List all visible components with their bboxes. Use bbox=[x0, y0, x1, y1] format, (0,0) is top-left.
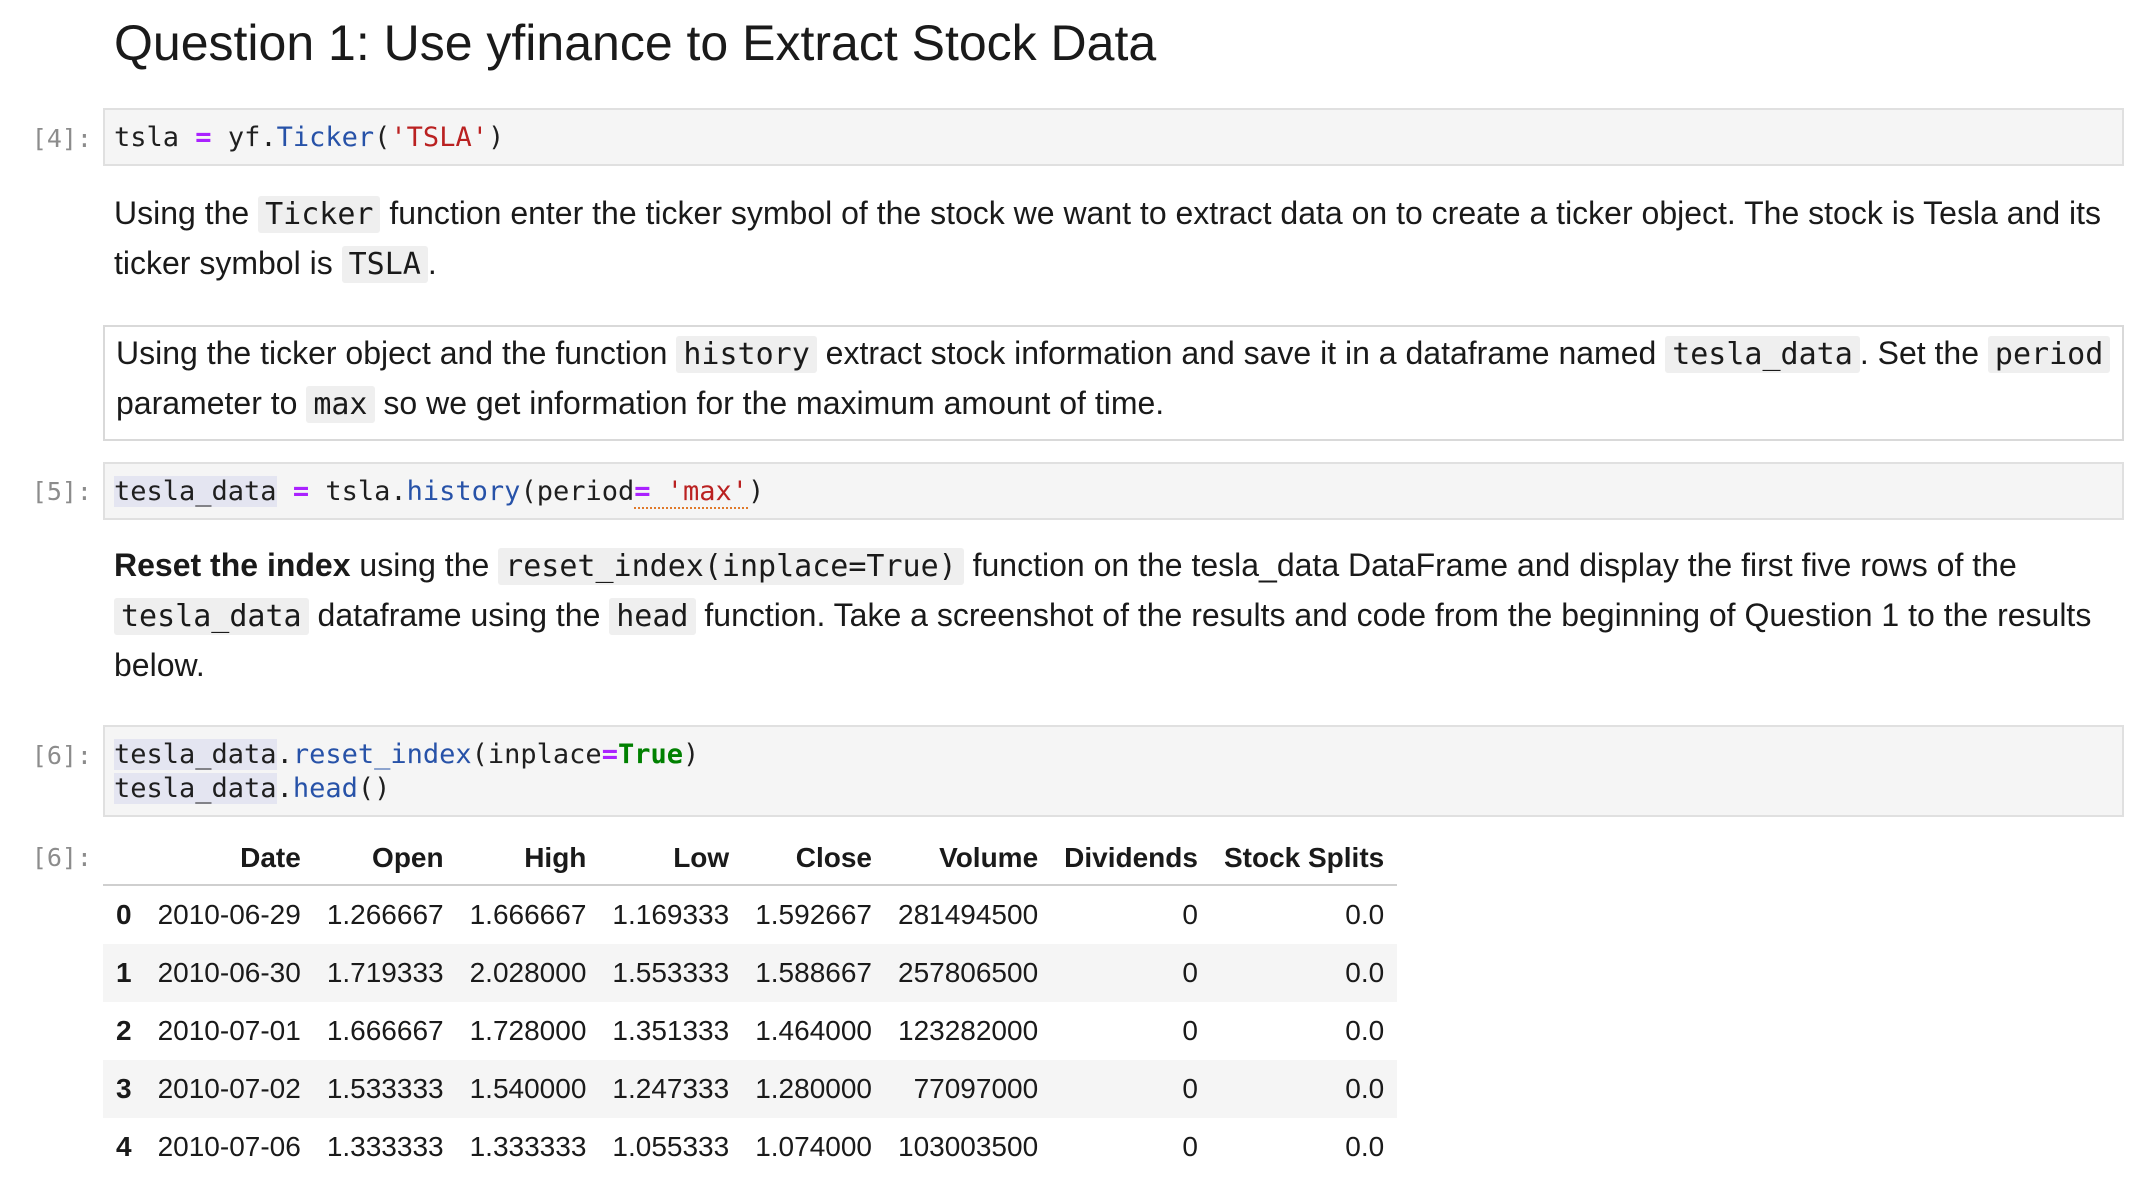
table-cell: 0.0 bbox=[1345, 899, 1385, 930]
row-index: 4 bbox=[116, 1131, 132, 1162]
table-row: 4 2010-07-06 1.333333 1.333333 1.055333 … bbox=[103, 1118, 1398, 1176]
table-row: 0 2010-06-29 1.266667 1.666667 1.169333 … bbox=[103, 885, 1398, 944]
column-header: Volume bbox=[885, 832, 1052, 886]
column-header: Open bbox=[313, 832, 457, 886]
table-cell: 2.028000 bbox=[469, 957, 587, 988]
notebook: Question 1: Use yfinance to Extract Stoc… bbox=[0, 0, 2138, 1198]
row-index: 3 bbox=[116, 1073, 132, 1104]
table-cell: 0 bbox=[1182, 899, 1198, 930]
table-cell: 1.280000 bbox=[755, 1073, 872, 1104]
table-cell: 0.0 bbox=[1345, 1073, 1385, 1104]
question-heading: Question 1: Use yfinance to Extract Stoc… bbox=[114, 15, 1157, 71]
markdown-ticker-instructions: Using the Ticker function enter the tick… bbox=[114, 195, 2102, 283]
column-header: Stock Splits bbox=[1210, 832, 1398, 886]
column-header: Date bbox=[144, 832, 314, 886]
dataframe-output: Date Open High Low Close Volume Dividend… bbox=[103, 832, 1398, 1176]
table-cell: 2010-07-06 bbox=[157, 1131, 301, 1162]
markdown-reset-index-instructions: Reset the index using the reset_index(in… bbox=[114, 547, 2092, 683]
cell-6-prompt: [6]: bbox=[31, 741, 92, 770]
table-cell: 1.553333 bbox=[612, 957, 730, 988]
table-cell: 1.055333 bbox=[612, 1131, 730, 1162]
inline-code: reset_index(inplace=True) bbox=[498, 548, 964, 585]
row-index: 1 bbox=[116, 957, 132, 988]
inline-code: history bbox=[676, 336, 817, 373]
inline-code: Ticker bbox=[258, 196, 381, 233]
code-cell-5[interactable]: tesla_data = tsla.history(period= 'max') bbox=[103, 462, 2124, 520]
table-cell: 1.333333 bbox=[469, 1131, 587, 1162]
table-cell: 1.666667 bbox=[326, 1015, 444, 1046]
table-cell: 103003500 bbox=[898, 1131, 1039, 1162]
code-cell-6[interactable]: tesla_data.reset_index(inplace=True) tes… bbox=[103, 725, 2124, 817]
inline-code: max bbox=[306, 386, 375, 423]
table-row: 1 2010-06-30 1.719333 2.028000 1.553333 … bbox=[103, 944, 1398, 1002]
table-cell: 1.351333 bbox=[612, 1015, 730, 1046]
table-cell: 2010-06-29 bbox=[157, 899, 301, 930]
output-6-prompt: [6]: bbox=[31, 843, 92, 872]
column-header: Dividends bbox=[1051, 832, 1211, 886]
table-row: 3 2010-07-02 1.533333 1.540000 1.247333 … bbox=[103, 1060, 1398, 1118]
table-cell: 1.464000 bbox=[755, 1015, 872, 1046]
table-cell: 0.0 bbox=[1345, 1131, 1385, 1162]
table-cell: 1.169333 bbox=[612, 899, 730, 930]
inline-code: period bbox=[1987, 336, 2111, 373]
inline-code: head bbox=[609, 598, 696, 635]
code-line: tesla_data = tsla.history(period= 'max') bbox=[114, 476, 765, 509]
table-cell: 2010-07-02 bbox=[157, 1073, 301, 1104]
table-row: 2 2010-07-01 1.666667 1.728000 1.351333 … bbox=[103, 1002, 1398, 1060]
inline-code: tesla_data bbox=[1665, 336, 1860, 373]
table-cell: 0 bbox=[1182, 1073, 1198, 1104]
column-header: Close bbox=[742, 832, 885, 886]
table-cell: 1.588667 bbox=[755, 957, 872, 988]
row-index: 2 bbox=[116, 1015, 132, 1046]
table-cell: 281494500 bbox=[898, 899, 1039, 930]
table-cell: 1.266667 bbox=[326, 899, 444, 930]
inline-code: tesla_data bbox=[114, 598, 309, 635]
table-cell: 77097000 bbox=[913, 1073, 1039, 1104]
table-cell: 1.728000 bbox=[469, 1015, 587, 1046]
table-cell: 0 bbox=[1182, 1131, 1198, 1162]
table-cell: 257806500 bbox=[898, 957, 1039, 988]
table-cell: 0.0 bbox=[1345, 1015, 1385, 1046]
table-cell: 1.540000 bbox=[469, 1073, 587, 1104]
table-cell: 0.0 bbox=[1345, 957, 1385, 988]
table-cell: 2010-07-01 bbox=[157, 1015, 301, 1046]
table-cell: 1.592667 bbox=[755, 899, 872, 930]
table-cell: 0 bbox=[1182, 957, 1198, 988]
table-cell: 0 bbox=[1182, 1015, 1198, 1046]
cell-4-prompt: [4]: bbox=[31, 124, 92, 153]
table-cell: 2010-06-30 bbox=[157, 957, 301, 988]
table-cell: 1.247333 bbox=[612, 1073, 730, 1104]
code-line: tesla_data.reset_index(inplace=True) bbox=[114, 739, 700, 770]
table-cell: 1.333333 bbox=[326, 1131, 444, 1162]
table-cell: 1.719333 bbox=[326, 957, 444, 988]
row-index: 0 bbox=[116, 899, 132, 930]
code-cell-4[interactable]: tsla = yf.Ticker('TSLA') bbox=[103, 108, 2124, 166]
markdown-history-instructions[interactable]: Using the ticker object and the function… bbox=[103, 325, 2124, 441]
table-cell: 123282000 bbox=[898, 1015, 1039, 1046]
table-cell: 1.074000 bbox=[755, 1131, 872, 1162]
table-cell: 1.666667 bbox=[469, 899, 587, 930]
column-header: High bbox=[456, 832, 600, 886]
code-line: tsla = yf.Ticker('TSLA') bbox=[114, 122, 505, 153]
table-header-row: Date Open High Low Close Volume Dividend… bbox=[103, 832, 1398, 886]
column-header bbox=[103, 832, 145, 886]
cell-5-prompt: [5]: bbox=[31, 477, 92, 506]
table-cell: 1.533333 bbox=[326, 1073, 444, 1104]
column-header: Low bbox=[599, 832, 743, 886]
inline-code: TSLA bbox=[341, 246, 428, 283]
code-line: tesla_data.head() bbox=[114, 773, 391, 804]
